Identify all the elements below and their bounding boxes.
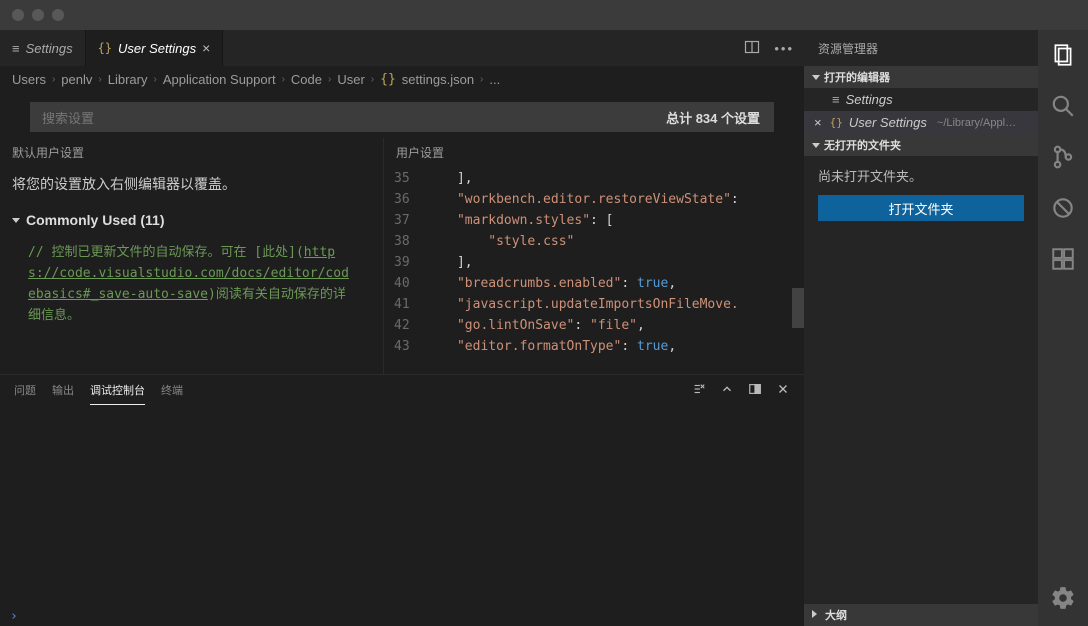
crumb[interactable]: ... bbox=[489, 72, 500, 87]
pane-header: 用户设置 bbox=[384, 138, 804, 168]
toggle-panel-layout-icon[interactable] bbox=[748, 382, 762, 399]
close-window-icon[interactable] bbox=[12, 9, 24, 21]
section-commonly-used[interactable]: Commonly Used (11) bbox=[0, 210, 383, 230]
settings-lines-icon: ≡ bbox=[832, 92, 840, 107]
title-bar bbox=[0, 0, 1088, 30]
editor-area: ≡ Settings {} User Settings × ••• Users›… bbox=[0, 30, 804, 626]
minimap-thumb[interactable] bbox=[792, 288, 804, 328]
open-editor-item-user-settings[interactable]: × {} User Settings ~/Library/Appl… bbox=[804, 111, 1038, 134]
tab-label: User Settings bbox=[118, 41, 196, 56]
panel-tab-problems[interactable]: 问题 bbox=[14, 376, 36, 404]
settings-count: 总计 834 个设置 bbox=[652, 102, 774, 132]
sidebar-title: 资源管理器 bbox=[804, 30, 1038, 66]
explorer-icon[interactable] bbox=[1050, 42, 1076, 71]
json-braces-icon: {} bbox=[98, 41, 112, 55]
close-tab-icon[interactable]: × bbox=[202, 40, 210, 56]
more-actions-icon[interactable]: ••• bbox=[774, 41, 794, 56]
close-editor-icon[interactable]: × bbox=[814, 115, 822, 130]
crumb[interactable]: User bbox=[337, 72, 364, 87]
window-controls[interactable] bbox=[12, 9, 64, 21]
default-settings-pane: 默认用户设置 将您的设置放入右侧编辑器以覆盖。 Commonly Used (1… bbox=[0, 138, 384, 374]
crumb[interactable]: settings.json bbox=[402, 72, 474, 87]
split-editor-icon[interactable] bbox=[744, 39, 760, 58]
open-folder-button[interactable]: 打开文件夹 bbox=[818, 195, 1024, 221]
crumb[interactable]: penlv bbox=[61, 72, 92, 87]
json-braces-icon: {} bbox=[380, 72, 396, 87]
tab-user-settings[interactable]: {} User Settings × bbox=[86, 30, 224, 66]
minimize-window-icon[interactable] bbox=[32, 9, 44, 21]
search-placeholder: 搜索设置 bbox=[42, 108, 94, 127]
user-settings-pane: 用户设置 353637383940414243 ], "workbench.ed… bbox=[384, 138, 804, 374]
crumb[interactable]: Users bbox=[12, 72, 46, 87]
prompt-chevron-icon: › bbox=[10, 609, 18, 624]
search-icon[interactable] bbox=[1050, 93, 1076, 122]
bottom-panel: 问题 输出 调试控制台 终端 › bbox=[0, 374, 804, 626]
tab-bar: ≡ Settings {} User Settings × ••• bbox=[0, 30, 804, 66]
extensions-icon[interactable] bbox=[1050, 246, 1076, 275]
crumb[interactable]: Code bbox=[291, 72, 322, 87]
close-panel-icon[interactable] bbox=[776, 382, 790, 399]
json-braces-icon: {} bbox=[830, 116, 843, 129]
debug-console-input[interactable]: › bbox=[0, 607, 804, 626]
item-path: ~/Library/Appl… bbox=[937, 117, 1016, 129]
settings-gear-icon[interactable] bbox=[1050, 585, 1076, 614]
panel-tab-output[interactable]: 输出 bbox=[52, 376, 74, 404]
crumb[interactable]: Application Support bbox=[163, 72, 276, 87]
pane-header: 默认用户设置 bbox=[0, 138, 383, 168]
minimap[interactable] bbox=[792, 168, 804, 374]
debug-icon[interactable] bbox=[1050, 195, 1076, 224]
open-editors-header[interactable]: 打开的编辑器 bbox=[804, 66, 1038, 88]
open-editor-item-settings[interactable]: ≡ Settings bbox=[804, 88, 1038, 111]
outline-header[interactable]: 大纲 bbox=[804, 604, 1038, 626]
activity-bar bbox=[1038, 30, 1088, 626]
no-folder-text: 尚未打开文件夹。 bbox=[804, 156, 1038, 195]
source-control-icon[interactable] bbox=[1050, 144, 1076, 173]
settings-json-editor[interactable]: 353637383940414243 ], "workbench.editor.… bbox=[384, 168, 804, 374]
tab-label: Settings bbox=[26, 41, 73, 56]
crumb[interactable]: Library bbox=[108, 72, 148, 87]
clear-console-icon[interactable] bbox=[692, 382, 706, 399]
zoom-window-icon[interactable] bbox=[52, 9, 64, 21]
explorer-sidebar: 资源管理器 打开的编辑器 ≡ Settings × {} User Settin… bbox=[804, 30, 1038, 626]
collapse-panel-icon[interactable] bbox=[720, 382, 734, 399]
line-gutter: 353637383940414243 bbox=[384, 168, 426, 374]
tab-settings[interactable]: ≡ Settings bbox=[0, 30, 86, 66]
no-folder-header[interactable]: 无打开的文件夹 bbox=[804, 134, 1038, 156]
breadcrumbs[interactable]: Users› penlv› Library› Application Suppo… bbox=[0, 66, 804, 92]
panel-tab-debug-console[interactable]: 调试控制台 bbox=[90, 376, 145, 405]
panel-tab-terminal[interactable]: 终端 bbox=[161, 376, 183, 404]
settings-lines-icon: ≡ bbox=[12, 41, 20, 56]
setting-description: // 控制已更新文件的自动保存。可在 [此处](https://code.vis… bbox=[0, 230, 383, 326]
pane-intro: 将您的设置放入右侧编辑器以覆盖。 bbox=[0, 168, 383, 210]
settings-search-input[interactable]: 搜索设置 bbox=[30, 102, 653, 132]
